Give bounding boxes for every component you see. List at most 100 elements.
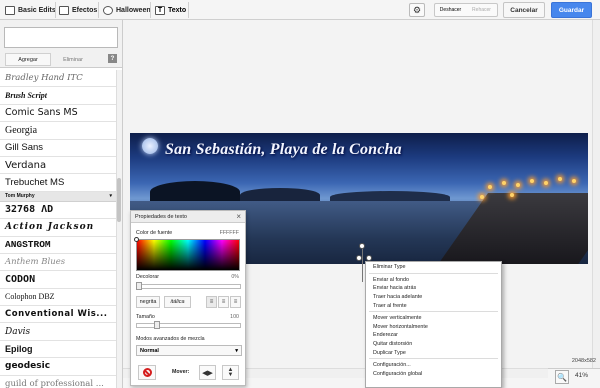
font-color-label: Color de fuente [136, 230, 173, 236]
fade-slider[interactable] [136, 284, 241, 289]
app-window: { "toolbar": { "tabs": [ {"label": "Basi… [0, 0, 600, 388]
magnifier-icon: 🔍 [557, 372, 567, 382]
blend-mode-value: Normal [140, 347, 159, 354]
context-menu-item[interactable]: Traer al frente [366, 301, 501, 310]
size-label: Tamaño [136, 314, 155, 320]
cancel-button[interactable]: Cancelar [503, 2, 545, 18]
color-picker[interactable] [136, 239, 240, 271]
tab-halloween-label: Halloween [116, 6, 151, 14]
halloween-icon [103, 5, 113, 15]
font-item-bradley-hand[interactable]: Bradley Hand ITC [0, 70, 116, 88]
context-menu-item[interactable]: Quitar distorsión [366, 340, 501, 349]
undo-button[interactable]: Deshacer [435, 7, 466, 13]
font-item-epilog[interactable]: Epilog [0, 341, 116, 359]
align-left-button[interactable]: ≡ [206, 296, 217, 308]
context-menu-item[interactable]: Configuración... [366, 361, 501, 370]
font-item-gill-sans[interactable]: Gill Sans [0, 140, 116, 157]
rotate-handle[interactable] [359, 243, 365, 249]
zoom-level: 41% [575, 372, 589, 379]
color-picker-knob[interactable] [134, 237, 139, 242]
font-item-brush-script[interactable]: Brush Script [0, 87, 116, 105]
text-properties-header[interactable]: Propiedades de texto × [131, 211, 245, 223]
font-item-angstrom[interactable]: ANGSTROM [0, 237, 116, 254]
context-menu-item[interactable]: Enderezar [366, 331, 501, 340]
context-menu-item[interactable]: Enviar hacia atrás [366, 284, 501, 293]
text-icon: T [155, 5, 165, 15]
size-slider-knob[interactable] [153, 321, 160, 329]
font-list-scrollbar[interactable] [116, 70, 122, 388]
font-item-geodesic[interactable]: geodesic [0, 358, 116, 376]
move-vertical-button[interactable]: ▲ ▼ [222, 365, 239, 380]
top-toolbar: Basic Edits Efectos Halloween T Texto ⚙ … [0, 0, 600, 20]
delete-text-button[interactable]: Eliminar [55, 53, 91, 66]
italic-button[interactable]: itálica [164, 296, 191, 308]
font-group-header[interactable]: Tom Murphy ▾ [0, 191, 116, 202]
save-button[interactable]: Guardar [551, 2, 592, 18]
basic-edits-icon [5, 5, 15, 15]
tab-effects[interactable]: Efectos [59, 2, 97, 18]
blend-mode-select[interactable]: Normal ▾ [136, 345, 242, 356]
context-menu-item[interactable]: Traer hacia adelante [366, 293, 501, 302]
context-menu-item[interactable]: Mover horizontalmente [366, 323, 501, 332]
gear-icon: ⚙ [412, 4, 422, 15]
photo-title-text[interactable]: San Sebastián, Playa de la Concha [165, 141, 402, 159]
font-panel: Agregar Eliminar ? Bradley Hand ITC Brus… [0, 20, 123, 388]
context-menu-item[interactable]: Enviar al fondo [366, 276, 501, 285]
font-item-colophon[interactable]: Colophon DBZ [0, 289, 116, 307]
align-right-button[interactable]: ≡ [230, 296, 241, 308]
font-item-verdana[interactable]: Verdana [0, 157, 116, 175]
move-horizontal-button[interactable]: ◀▶ [199, 365, 216, 380]
font-item-guild[interactable]: guild of professional ... [0, 376, 116, 388]
transform-handle[interactable] [356, 255, 362, 261]
align-left-icon: ≡ [209, 299, 214, 305]
delete-text-layer-button[interactable] [138, 365, 156, 380]
zoom-button[interactable]: 🔍 [555, 370, 569, 384]
canvas-vertical-scrollbar[interactable] [592, 20, 600, 368]
font-item-codon[interactable]: CODON [0, 271, 116, 289]
close-icon[interactable]: × [236, 212, 241, 221]
align-center-icon: ≡ [221, 299, 226, 305]
fade-label: Decolorar [136, 274, 159, 280]
arrows-vertical-icon: ▲ ▼ [227, 366, 234, 378]
font-item-georgia[interactable]: Georgia [0, 122, 116, 140]
help-icon[interactable]: ? [108, 54, 117, 63]
font-group-label: Tom Murphy [5, 193, 35, 200]
arrows-horizontal-icon: ◀▶ [202, 369, 213, 377]
tab-text[interactable]: T Texto [155, 2, 186, 18]
effects-icon [59, 5, 69, 15]
chevron-down-icon: ▾ [109, 193, 112, 200]
context-menu-item[interactable]: Eliminar Type [366, 263, 501, 272]
font-item-conventional-wisdom[interactable]: Conventional Wis... [0, 306, 116, 324]
tab-basic-edits[interactable]: Basic Edits [5, 2, 56, 18]
redo-button[interactable]: Rehacer [466, 7, 497, 13]
add-text-button[interactable]: Agregar [5, 53, 51, 66]
size-slider[interactable] [136, 323, 241, 328]
divider [98, 2, 99, 18]
transform-handle-line [362, 246, 363, 282]
fade-value: 0% [231, 274, 239, 280]
font-item-action-jackson[interactable]: Action Jackson [0, 219, 116, 237]
align-center-button[interactable]: ≡ [218, 296, 229, 308]
font-item-davis[interactable]: Davis [0, 323, 116, 341]
font-item-32768[interactable]: 32768 ΛD [0, 202, 116, 220]
font-color-value[interactable]: FFFFFF [220, 230, 239, 236]
context-menu-item[interactable]: Mover verticalmente [366, 314, 501, 323]
context-menu-item[interactable]: Configuración global [366, 370, 501, 379]
menu-separator [369, 358, 498, 360]
divider [150, 2, 151, 18]
text-properties-title: Propiedades de texto [135, 213, 187, 220]
tab-halloween[interactable]: Halloween [103, 2, 151, 18]
divider [188, 2, 189, 18]
fade-slider-knob[interactable] [136, 282, 142, 290]
font-item-anthem-blues[interactable]: Anthem Blues [0, 254, 116, 272]
bold-button[interactable]: negrita [136, 296, 160, 308]
text-input[interactable] [4, 27, 118, 48]
font-item-trebuchet[interactable]: Trebuchet MS [0, 174, 116, 192]
font-item-comic-sans[interactable]: Comic Sans MS [0, 105, 116, 123]
tab-effects-label: Efectos [72, 6, 98, 14]
font-list-scroll-thumb[interactable] [117, 178, 121, 222]
settings-button[interactable]: ⚙ [409, 3, 425, 17]
context-menu-item[interactable]: Duplicar Type [366, 348, 501, 357]
tab-basic-edits-label: Basic Edits [18, 6, 56, 14]
text-entry-box: Agregar Eliminar ? [0, 20, 122, 68]
